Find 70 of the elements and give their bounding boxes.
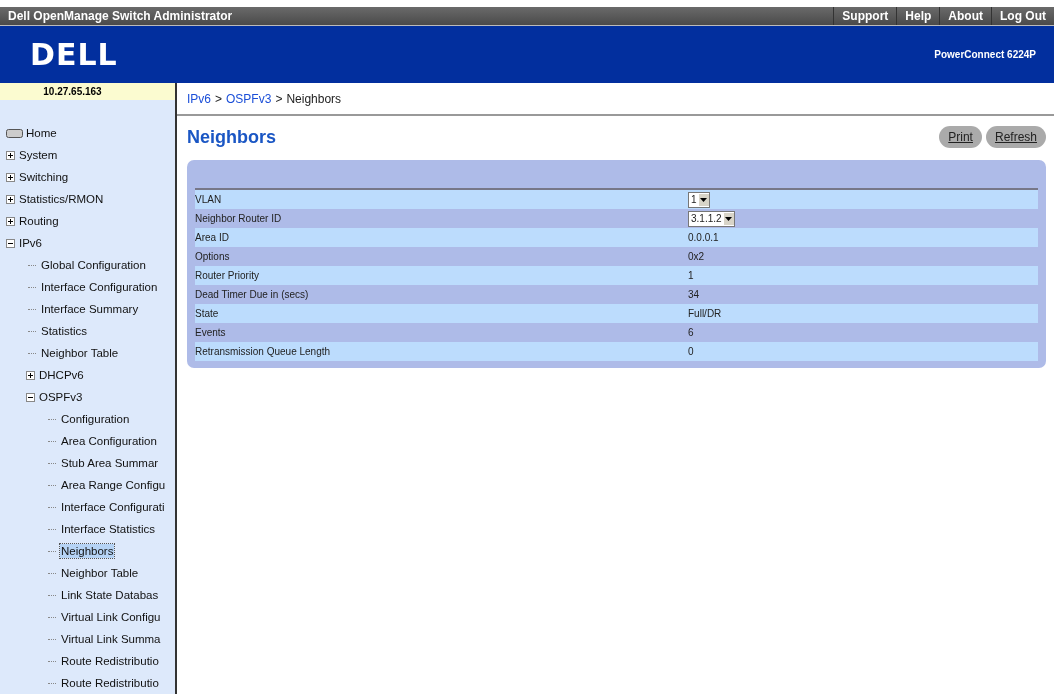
page-title: Neighbors bbox=[187, 126, 276, 148]
field-label: Events bbox=[195, 327, 227, 338]
tree-item[interactable]: Interface Configuration bbox=[40, 280, 159, 294]
tree-item[interactable]: Global Configuration bbox=[40, 258, 147, 272]
tree-item[interactable]: Configuration bbox=[60, 412, 131, 426]
field-label: Dead Timer Due in (secs) bbox=[195, 289, 310, 300]
field-value: 34 bbox=[688, 289, 700, 300]
caret-icon bbox=[700, 197, 708, 202]
expand-icon[interactable] bbox=[6, 172, 15, 182]
tree-item[interactable]: System bbox=[18, 148, 59, 162]
field-value: 1 bbox=[688, 270, 694, 281]
breadcrumb-link[interactable]: IPv6 bbox=[187, 91, 211, 106]
field-value: Full/DR bbox=[688, 308, 722, 319]
tree-item[interactable]: Routing bbox=[18, 214, 60, 228]
tree-item[interactable]: Area Range Configu bbox=[60, 478, 167, 492]
field-label: VLAN bbox=[195, 194, 223, 205]
drive-icon bbox=[6, 128, 23, 138]
tree-item[interactable]: Area Configuration bbox=[60, 434, 158, 448]
tree-item[interactable]: IPv6 bbox=[18, 236, 43, 250]
tree-item[interactable]: Virtual Link Summa bbox=[60, 632, 162, 646]
caret-icon bbox=[725, 216, 733, 221]
field-label: Router Priority bbox=[195, 270, 260, 281]
tree-item[interactable]: Neighbor Table bbox=[40, 346, 120, 360]
tree-item[interactable]: Interface Statistics bbox=[60, 522, 156, 536]
tree-item[interactable]: Home bbox=[25, 126, 58, 140]
field-label: Options bbox=[195, 251, 231, 262]
top-link[interactable]: About bbox=[939, 7, 991, 25]
expand-icon[interactable] bbox=[6, 150, 15, 160]
tree-item[interactable]: Route Redistributio bbox=[60, 676, 160, 690]
field-value: 0.0.0.1 bbox=[688, 232, 719, 243]
breadcrumb-separator: > bbox=[275, 91, 283, 106]
tree-item[interactable]: DHCPv6 bbox=[38, 368, 85, 382]
ip-address: 10.27.65.163 bbox=[0, 83, 175, 100]
expand-icon[interactable] bbox=[6, 194, 15, 204]
breadcrumb-link[interactable]: OSPFv3 bbox=[226, 91, 272, 106]
expand-icon[interactable] bbox=[6, 216, 15, 226]
app-title: Dell OpenManage Switch Administrator bbox=[8, 9, 233, 23]
model-name: PowerConnect 6224P bbox=[934, 49, 1037, 60]
tree-item[interactable]: Stub Area Summar bbox=[60, 456, 160, 470]
tree-item[interactable]: Statistics bbox=[40, 324, 88, 338]
tree-item[interactable]: Link State Databas bbox=[60, 588, 160, 602]
tree-item[interactable]: Interface Configurati bbox=[60, 500, 166, 514]
toolbar-button[interactable]: Print bbox=[939, 126, 982, 148]
expand-icon[interactable] bbox=[26, 370, 35, 380]
field-value: 6 bbox=[688, 327, 694, 338]
expand-icon[interactable] bbox=[26, 392, 35, 402]
breadcrumb-separator: > bbox=[215, 91, 223, 106]
top-link[interactable]: Log Out bbox=[991, 7, 1054, 25]
field-label: Retransmission Queue Length bbox=[195, 346, 332, 357]
field-value: 0 bbox=[688, 346, 694, 357]
tree-item[interactable]: Virtual Link Configu bbox=[60, 610, 162, 624]
dropdown[interactable]: 3.1.1.2 bbox=[688, 210, 735, 227]
field-label: Neighbor Router ID bbox=[195, 213, 283, 224]
breadcrumb-current: Neighbors bbox=[286, 91, 342, 106]
expand-icon[interactable] bbox=[6, 238, 15, 248]
toolbar-button[interactable]: Refresh bbox=[985, 126, 1046, 148]
dropdown[interactable]: 1 bbox=[688, 191, 710, 208]
tree-item[interactable]: Statistics/RMON bbox=[18, 192, 105, 206]
tree-item[interactable]: Interface Summary bbox=[40, 302, 140, 316]
top-link[interactable]: Support bbox=[833, 7, 897, 25]
logo: DELL bbox=[30, 37, 118, 72]
top-link[interactable]: Help bbox=[896, 7, 940, 25]
field-value: 0x2 bbox=[688, 251, 705, 262]
field-label: State bbox=[195, 308, 220, 319]
tree-item[interactable]: Switching bbox=[18, 170, 70, 184]
tree-item[interactable]: Route Redistributio bbox=[60, 654, 160, 668]
tree-item[interactable]: Neighbors bbox=[60, 544, 115, 558]
tree-item[interactable]: Neighbor Table bbox=[60, 566, 140, 580]
tree-item[interactable]: OSPFv3 bbox=[38, 390, 84, 404]
field-label: Area ID bbox=[195, 232, 230, 243]
